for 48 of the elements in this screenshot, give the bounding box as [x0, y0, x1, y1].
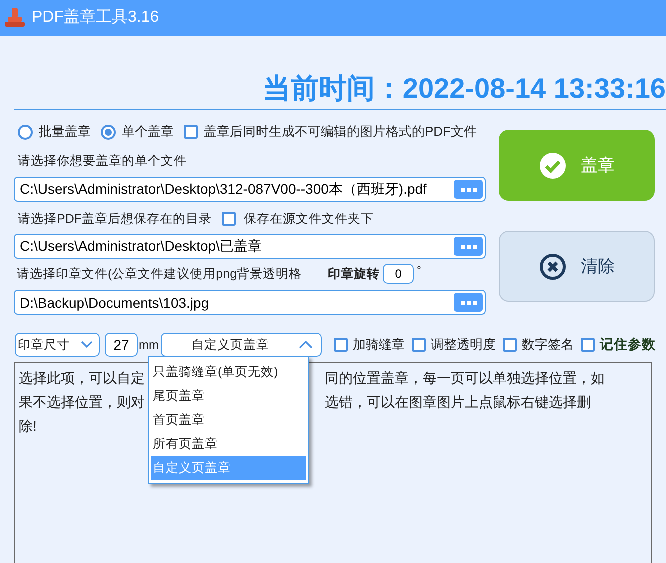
dropdown-option[interactable]: 只盖骑缝章(单页无效) — [151, 360, 306, 384]
checkbox[interactable] — [184, 125, 198, 139]
close-icon — [539, 252, 567, 280]
checkbox-label: 盖章后同时生成不可编辑的图片格式的PDF文件 — [204, 123, 477, 142]
size-select[interactable]: 印章尺寸 — [15, 333, 100, 357]
description-text: 同的位置盖章，每一页可以单独选择位置，如 — [325, 369, 605, 388]
dropdown-option[interactable]: 所有页盖章 — [151, 432, 306, 456]
checkbox[interactable] — [334, 338, 348, 352]
page-mode-select[interactable]: 自定义页盖章 — [161, 333, 322, 357]
browse-button[interactable] — [454, 180, 483, 199]
rotation-label: 印章旋转 — [328, 266, 380, 283]
file-field[interactable]: C:\Users\Administrator\Desktop\312-087V00--300本（西班牙).pdf — [14, 177, 486, 202]
field-label: 请选择PDF盖章后想保存在的目录 — [18, 211, 212, 228]
checkbox-label: 数字签名 — [522, 336, 574, 354]
field-label: 请选择印章文件(公章文件建议使用png背景透明格 — [17, 266, 302, 283]
radio-label: 批量盖章 — [39, 123, 91, 142]
check-icon — [539, 152, 567, 180]
checkbox-label: 加骑缝章 — [353, 336, 405, 354]
browse-button[interactable] — [454, 237, 483, 256]
checkbox[interactable] — [581, 338, 595, 352]
unit-label: mm — [139, 337, 159, 354]
radio-button[interactable] — [101, 124, 116, 140]
clock-text: 当前时间：2022-08-14 13:33:16 — [262, 72, 666, 106]
stamp-icon — [4, 7, 26, 29]
description-text: 除! — [19, 417, 37, 436]
dropdown-option[interactable]: 尾页盖章 — [151, 384, 306, 408]
description-text: 果不选择位置，则对 — [19, 393, 145, 412]
clear-button[interactable]: 清除 — [499, 231, 655, 302]
checkbox[interactable] — [222, 212, 236, 226]
description-text: 选择此项，可以自定 — [19, 369, 145, 388]
chevron-down-icon — [81, 341, 93, 349]
checkbox[interactable] — [503, 338, 517, 352]
checkbox-label: 记住参数 — [600, 336, 656, 354]
browse-button[interactable] — [454, 293, 483, 312]
folder-field[interactable]: C:\Users\Administrator\Desktop\已盖章 — [14, 234, 486, 259]
checkbox-label: 保存在源文件文件夹下 — [244, 211, 374, 228]
checkbox[interactable] — [412, 338, 426, 352]
degree-unit: ° — [417, 264, 422, 279]
window-title: PDF盖章工具3.16 — [32, 8, 160, 28]
radio-button[interactable] — [18, 124, 33, 140]
description-text: 选错，可以在图章图片上点鼠标右键选择删 — [325, 393, 591, 412]
size-field[interactable]: 27 — [105, 333, 138, 357]
checkbox-label: 调整透明度 — [431, 336, 496, 354]
field-label: 请选择你想要盖章的单个文件 — [17, 153, 188, 170]
rotation-field[interactable]: 0 — [383, 264, 414, 284]
stamp-file-field[interactable]: D:\Backup\Documents\103.jpg — [14, 290, 486, 315]
radio-label: 单个盖章 — [122, 123, 174, 142]
dropdown-option[interactable]: 首页盖章 — [151, 408, 306, 432]
